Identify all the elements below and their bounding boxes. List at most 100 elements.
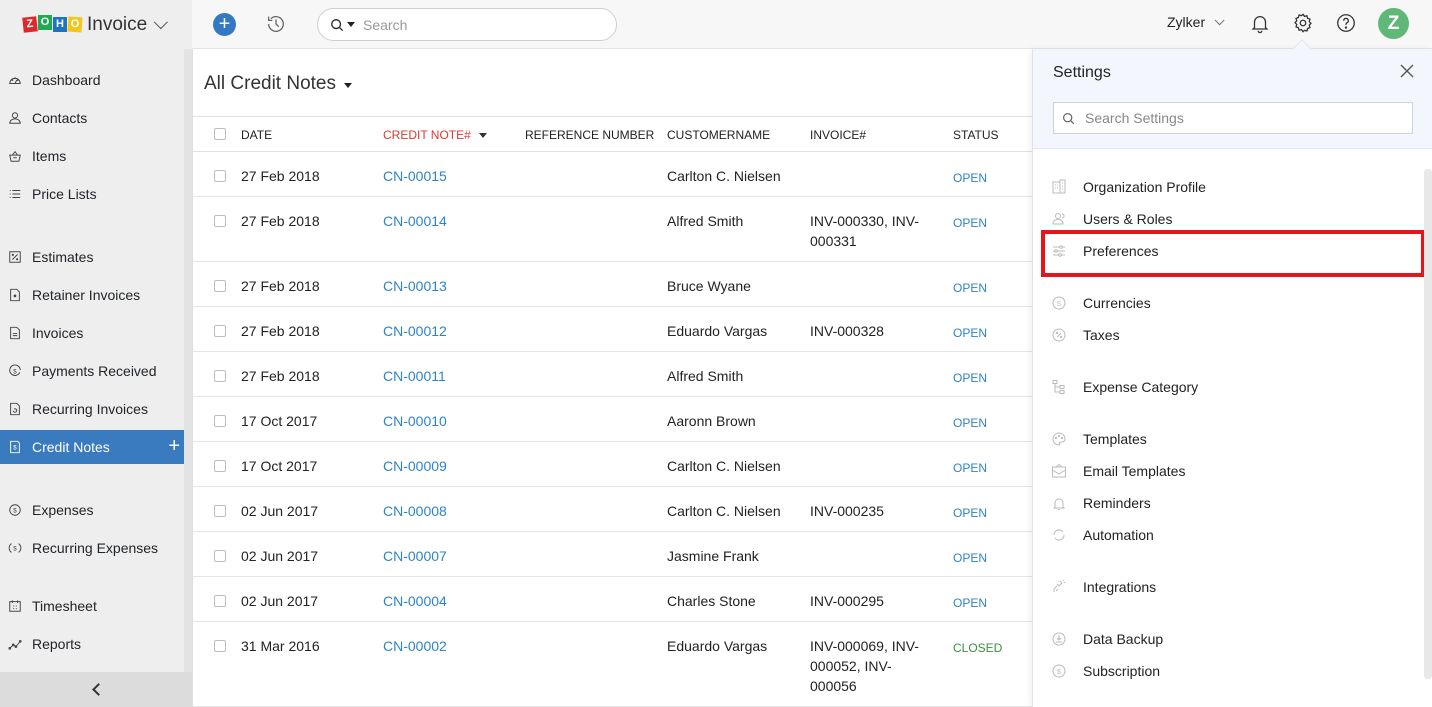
credit-note-link[interactable]: CN-00009 bbox=[383, 456, 447, 476]
column-header-reference-number[interactable]: REFERENCE NUMBER bbox=[525, 128, 654, 142]
sidebar-item-retainer-invoices[interactable]: Retainer Invoices bbox=[0, 278, 184, 312]
table-row[interactable]: 27 Feb 2018 CN-00014 Alfred Smith INV-00033… bbox=[193, 197, 1033, 262]
credit-note-link[interactable]: CN-00015 bbox=[383, 166, 447, 186]
row-checkbox[interactable] bbox=[214, 595, 226, 607]
credit-note-link[interactable]: CN-00011 bbox=[383, 366, 446, 386]
table-row[interactable]: 31 Mar 2016 CN-00002 Eduardo Vargas INV-000… bbox=[193, 622, 1033, 707]
search-filter-caret-icon[interactable] bbox=[347, 22, 355, 27]
settings-item-taxes[interactable]: Taxes bbox=[1051, 325, 1120, 345]
view-selector[interactable]: All Credit Notes bbox=[204, 73, 352, 95]
table-row[interactable]: 02 Jun 2017 CN-00007 Jasmine Frank OPEN bbox=[193, 532, 1033, 577]
svg-text:$: $ bbox=[13, 369, 17, 376]
table-row[interactable]: 02 Jun 2017 CN-00008 Carlton C. Nielsen INV… bbox=[193, 487, 1033, 532]
sidebar-item-label: Reports bbox=[32, 636, 82, 652]
bell-icon[interactable] bbox=[1249, 12, 1271, 34]
column-header-credit-note[interactable]: CREDIT NOTE# bbox=[383, 128, 487, 142]
sidebar-item-invoices[interactable]: Invoices bbox=[0, 316, 184, 350]
settings-item-integrations[interactable]: Integrations bbox=[1051, 577, 1156, 597]
collapse-sidebar-button[interactable] bbox=[0, 672, 192, 707]
history-icon[interactable] bbox=[265, 13, 287, 35]
sidebar-item-items[interactable]: Items bbox=[0, 139, 184, 173]
settings-scrollbar[interactable] bbox=[1424, 169, 1432, 679]
sidebar-item-expenses[interactable]: $ Expenses bbox=[0, 493, 184, 527]
user-avatar[interactable]: Z bbox=[1378, 8, 1409, 39]
sidebar-item-dashboard[interactable]: Dashboard bbox=[0, 63, 184, 97]
sidebar-item-recurring-invoices[interactable]: Recurring Invoices bbox=[0, 392, 184, 426]
credit-note-link[interactable]: CN-00010 bbox=[383, 411, 447, 431]
sidebar-item-reports[interactable]: Reports bbox=[0, 627, 184, 661]
table-row[interactable]: 17 Oct 2017 CN-00010 Aaronn Brown OPEN bbox=[193, 397, 1033, 442]
credit-note-link[interactable]: CN-00014 bbox=[383, 211, 447, 231]
settings-item-label: Data Backup bbox=[1083, 631, 1164, 647]
select-all-checkbox[interactable] bbox=[214, 128, 226, 140]
customer-cell: Alfred Smith bbox=[667, 213, 744, 229]
status-badge: CLOSED bbox=[953, 641, 1003, 655]
table-row[interactable]: 27 Feb 2018 CN-00012 Eduardo Vargas INV-000… bbox=[193, 307, 1033, 352]
new-credit-note-plus-icon[interactable]: + bbox=[168, 436, 180, 456]
sidebar-item-estimates[interactable]: Estimates bbox=[0, 240, 184, 274]
row-checkbox[interactable] bbox=[214, 280, 226, 292]
column-header-status[interactable]: STATUS bbox=[953, 128, 999, 142]
global-search[interactable] bbox=[317, 8, 617, 41]
quick-create-button[interactable]: + bbox=[213, 13, 236, 36]
settings-item-data-backup[interactable]: Data Backup bbox=[1051, 629, 1163, 649]
row-checkbox[interactable] bbox=[214, 550, 226, 562]
settings-item-expense-category[interactable]: Expense Category bbox=[1051, 377, 1198, 397]
settings-item-email-templates[interactable]: Email Templates bbox=[1051, 461, 1185, 481]
sidebar-item-price-lists[interactable]: Price Lists bbox=[0, 177, 184, 211]
table-row[interactable]: 17 Oct 2017 CN-00009 Carlton C. Nielsen OPE… bbox=[193, 442, 1033, 487]
row-checkbox[interactable] bbox=[214, 370, 226, 382]
invoice-icon bbox=[10, 326, 20, 340]
sidebar-item-payments-received[interactable]: $ Payments Received bbox=[0, 354, 184, 388]
table-row[interactable]: 27 Feb 2018 CN-00015 Carlton C. Nielsen OPE… bbox=[193, 152, 1033, 197]
table-row[interactable]: 02 Jun 2017 CN-00004 Charles Stone INV-0002… bbox=[193, 577, 1033, 622]
settings-item-preferences[interactable]: Preferences bbox=[1051, 241, 1158, 261]
settings-item-reminders[interactable]: Reminders bbox=[1051, 493, 1151, 513]
organization-switcher[interactable]: Zylker bbox=[1167, 14, 1225, 30]
sidebar-item-credit-notes[interactable]: $ Credit Notes + bbox=[0, 430, 184, 464]
app-switcher[interactable]: Z O H O Invoice bbox=[0, 0, 192, 49]
table-row[interactable]: 27 Feb 2018 CN-00011 Alfred Smith OPEN bbox=[193, 352, 1033, 397]
close-icon[interactable] bbox=[1399, 63, 1415, 79]
gear-icon[interactable] bbox=[1292, 12, 1314, 34]
credit-note-link[interactable]: CN-00002 bbox=[383, 636, 447, 656]
settings-item-currencies[interactable]: S Currencies bbox=[1051, 293, 1151, 313]
sidebar-item-timesheet[interactable]: Timesheet bbox=[0, 589, 184, 623]
users-icon bbox=[1052, 213, 1065, 225]
row-checkbox[interactable] bbox=[214, 460, 226, 472]
sidebar-item-recurring-expenses[interactable]: $ Recurring Expenses bbox=[0, 531, 184, 565]
credit-note-link[interactable]: CN-00013 bbox=[383, 276, 447, 296]
row-checkbox[interactable] bbox=[214, 640, 226, 652]
column-header-date[interactable]: DATE bbox=[241, 128, 272, 142]
settings-search[interactable] bbox=[1053, 102, 1413, 134]
row-checkbox[interactable] bbox=[214, 170, 226, 182]
credit-note-link[interactable]: CN-00007 bbox=[383, 546, 447, 566]
row-checkbox[interactable] bbox=[214, 415, 226, 427]
sidebar-scrollbar[interactable] bbox=[184, 49, 192, 672]
credit-note-link[interactable]: CN-00012 bbox=[383, 321, 447, 341]
help-icon[interactable] bbox=[1335, 12, 1357, 34]
search-icon[interactable] bbox=[330, 18, 344, 32]
credit-note-link[interactable]: CN-00004 bbox=[383, 591, 447, 611]
row-checkbox[interactable] bbox=[214, 215, 226, 227]
retainer-invoice-icon bbox=[10, 288, 20, 302]
table-row[interactable]: 27 Feb 2018 CN-00013 Bruce Wyane OPEN bbox=[193, 262, 1033, 307]
column-header-invoice[interactable]: INVOICE# bbox=[810, 128, 935, 142]
credit-note-link[interactable]: CN-00008 bbox=[383, 501, 447, 521]
sidebar-item-contacts[interactable]: Contacts bbox=[0, 101, 184, 135]
row-checkbox[interactable] bbox=[214, 325, 226, 337]
settings-item-subscription[interactable]: $ Subscription bbox=[1051, 661, 1160, 681]
timesheet-icon bbox=[9, 600, 21, 612]
settings-search-input[interactable] bbox=[1085, 110, 1405, 126]
bell-icon bbox=[1052, 498, 1066, 510]
search-icon bbox=[1063, 112, 1075, 124]
settings-item-organization-profile[interactable]: Organization Profile bbox=[1051, 177, 1206, 197]
column-header-customer-name[interactable]: CUSTOMERNAME bbox=[667, 128, 770, 142]
recurring-expense-icon: $ bbox=[8, 543, 22, 553]
status-badge: OPEN bbox=[953, 171, 988, 185]
row-checkbox[interactable] bbox=[214, 505, 226, 517]
settings-item-templates[interactable]: Templates bbox=[1051, 429, 1147, 449]
settings-item-users-roles[interactable]: Users & Roles bbox=[1051, 209, 1172, 229]
search-input[interactable] bbox=[363, 16, 593, 33]
settings-item-automation[interactable]: Automation bbox=[1051, 525, 1154, 545]
